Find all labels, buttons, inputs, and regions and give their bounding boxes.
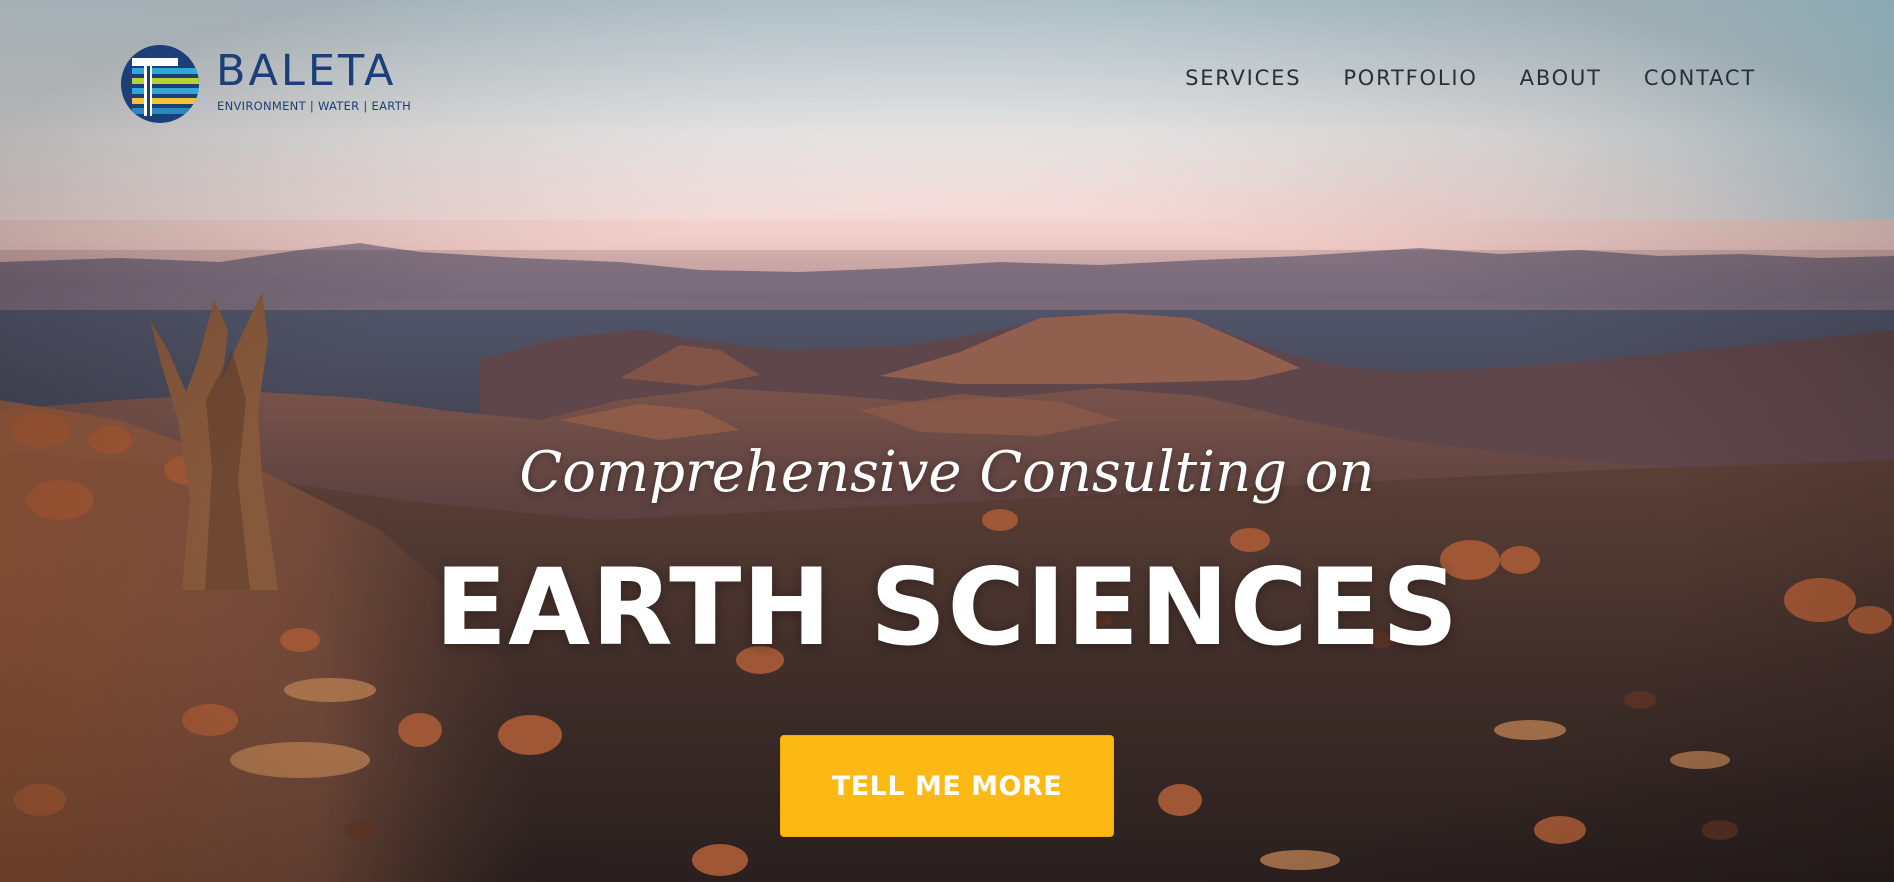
hero-content: Comprehensive Consulting on EARTH SCIENC… — [0, 0, 1894, 882]
hero-section: BALETA ENVIRONMENT | WATER | EARTH SERVI… — [0, 0, 1894, 882]
tell-me-more-button[interactable]: TELL ME MORE — [780, 735, 1114, 837]
hero-heading: EARTH SCIENCES — [434, 546, 1460, 669]
hero-subheading: Comprehensive Consulting on — [519, 440, 1375, 505]
